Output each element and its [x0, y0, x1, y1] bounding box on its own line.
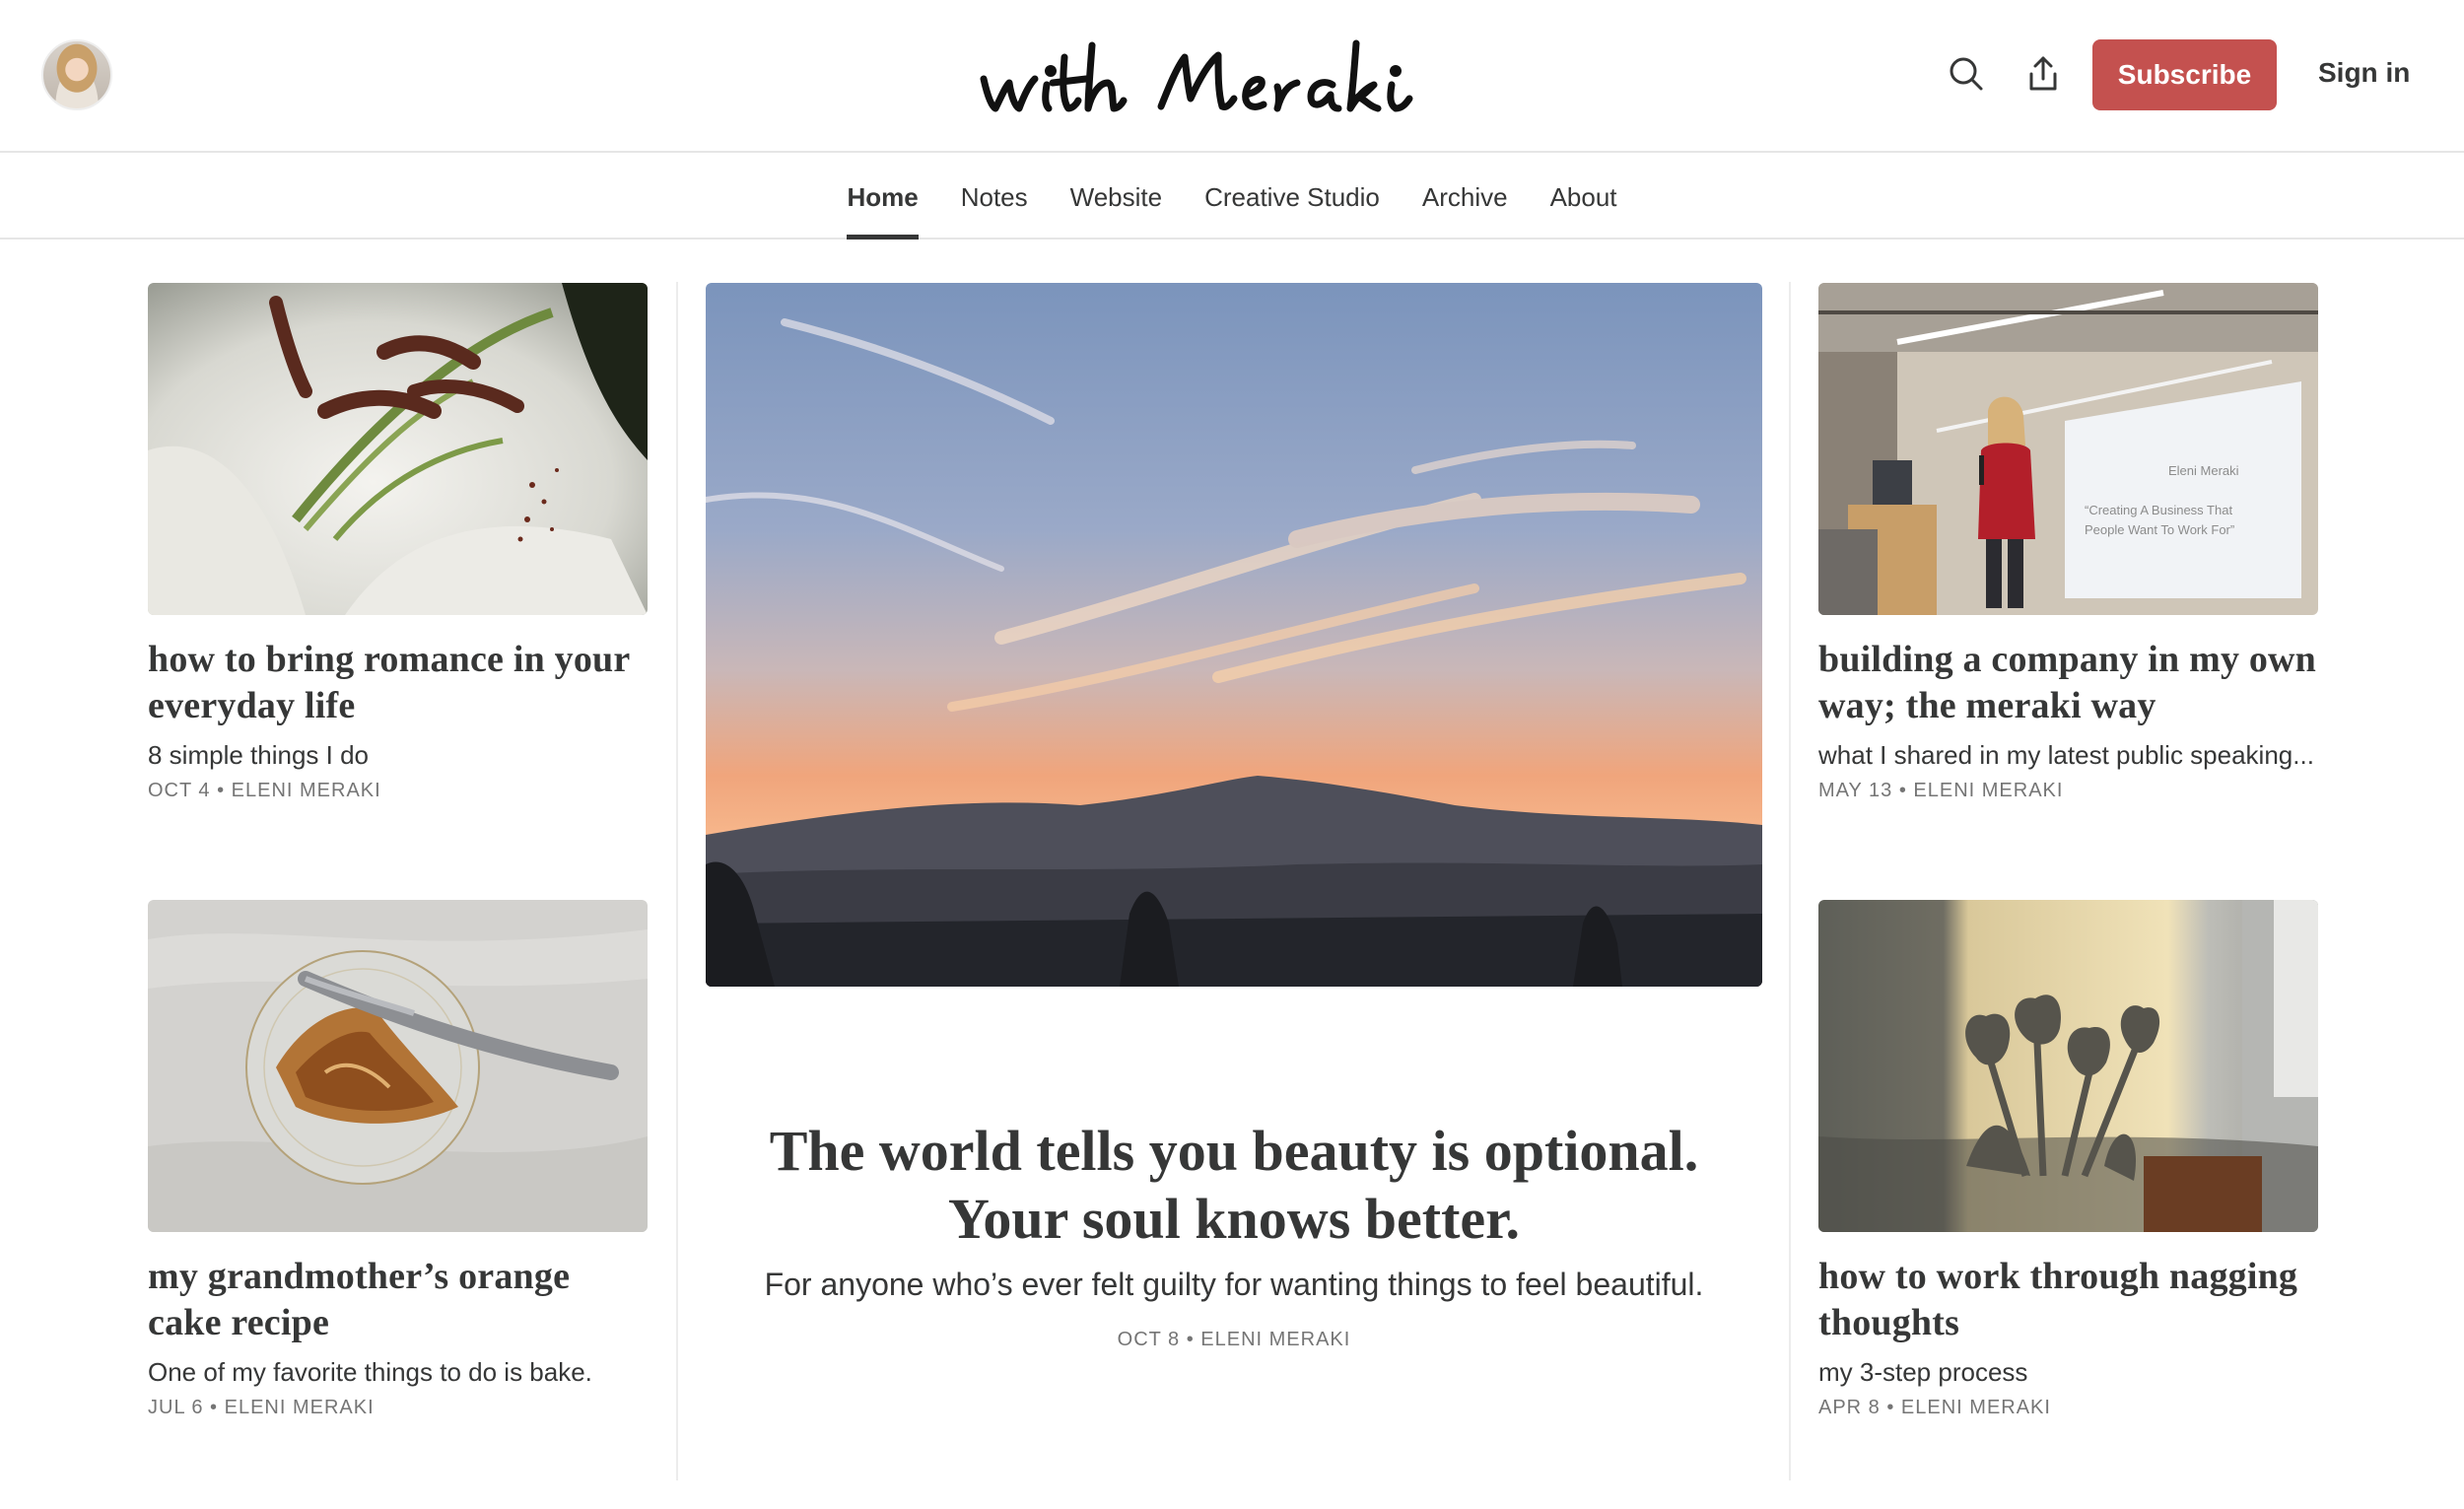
post-subtitle: 8 simple things I do — [148, 740, 370, 770]
post-title[interactable]: how to bring romance in your everyday li… — [148, 637, 648, 729]
share-icon[interactable] — [2021, 52, 2065, 96]
post-thumbnail-speaking: Eleni Meraki “Creating A Business That P… — [1818, 283, 2318, 615]
nav-item-website[interactable]: Website — [1070, 155, 1162, 240]
sign-in-link[interactable]: Sign in — [2318, 57, 2410, 89]
post-card[interactable]: how to work through nagging thoughts my … — [1818, 900, 2318, 1419]
post-title[interactable]: my grandmother’s orange cake recipe — [148, 1254, 648, 1346]
slide-line2-text: People Want To Work For” — [2085, 522, 2234, 537]
column-divider — [1789, 282, 1791, 1480]
nav-item-archive[interactable]: Archive — [1422, 155, 1508, 240]
subscribe-button[interactable]: Subscribe — [2092, 39, 2277, 110]
nav-item-home[interactable]: Home — [847, 155, 919, 240]
post-meta: JUL 6 • ELENI MERAKI — [148, 1397, 375, 1418]
featured-post[interactable]: The world tells you beauty is optional. … — [706, 283, 1762, 1351]
post-meta: APR 8 • ELENI MERAKI — [1818, 1397, 2051, 1418]
main-nav: Home Notes Website Creative Studio Archi… — [0, 155, 2464, 240]
slide-line1-text: “Creating A Business That — [2085, 503, 2232, 517]
post-subtitle: what I shared in my latest public speaki… — [1818, 740, 2314, 770]
post-card[interactable]: Eleni Meraki “Creating A Business That P… — [1818, 283, 2318, 802]
featured-subtitle: For anyone who’s ever felt guilty for wa… — [764, 1267, 1704, 1302]
post-meta: MAY 13 • ELENI MERAKI — [1818, 780, 2064, 801]
post-meta: OCT 4 • ELENI MERAKI — [148, 780, 381, 801]
post-title[interactable]: building a company in my own way; the me… — [1818, 637, 2318, 729]
post-title[interactable]: how to work through nagging thoughts — [1818, 1254, 2318, 1346]
post-card[interactable]: how to bring romance in your everyday li… — [148, 283, 648, 802]
site-logo[interactable] — [966, 28, 1498, 126]
post-thumbnail-cake — [148, 900, 648, 1232]
nav-item-about[interactable]: About — [1550, 155, 1617, 240]
featured-meta: OCT 8 • ELENI MERAKI — [1117, 1329, 1351, 1350]
post-thumbnail-tulips — [1818, 900, 2318, 1232]
post-card[interactable]: my grandmother’s orange cake recipe One … — [148, 900, 648, 1419]
author-avatar[interactable] — [41, 39, 112, 110]
nav-item-creative-studio[interactable]: Creative Studio — [1204, 155, 1380, 240]
featured-title[interactable]: The world tells you beauty is optional. … — [706, 1117, 1762, 1253]
site-header: Subscribe Sign in — [0, 0, 2464, 153]
search-icon[interactable] — [1945, 52, 1988, 96]
slide-name-text: Eleni Meraki — [2168, 463, 2239, 478]
featured-image-sunset — [706, 283, 1762, 987]
post-subtitle: my 3-step process — [1818, 1357, 2028, 1387]
column-divider — [676, 282, 678, 1480]
post-subtitle: One of my favorite things to do is bake. — [148, 1357, 592, 1387]
nav-item-notes[interactable]: Notes — [961, 155, 1028, 240]
post-thumbnail-lily — [148, 283, 648, 615]
